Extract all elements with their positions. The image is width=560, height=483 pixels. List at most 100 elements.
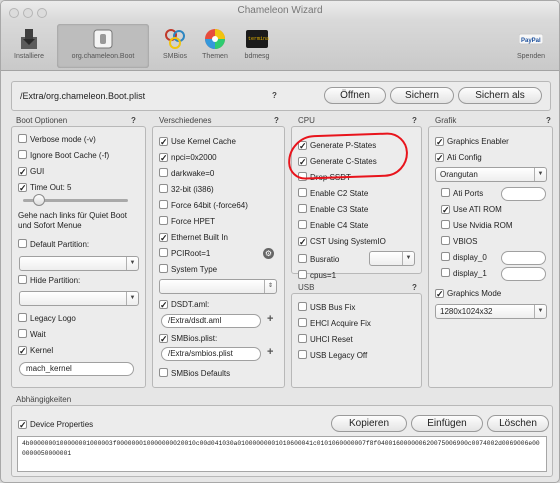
delete-button[interactable]: Löschen xyxy=(487,415,549,432)
toolbar-label-installer: Installiere xyxy=(14,53,44,60)
molecule-icon xyxy=(163,27,187,51)
display0-field[interactable] xyxy=(501,251,546,265)
ati-config-select[interactable]: Orangutan ▼ xyxy=(435,167,547,182)
toolbar-installer[interactable]: Installiere xyxy=(5,24,53,68)
toolbar-themes[interactable]: Themen xyxy=(191,24,239,68)
smbios-path-field[interactable]: /Extra/smbios.plist xyxy=(161,347,261,361)
system-type-checkbox[interactable]: System Type xyxy=(159,263,217,276)
display1-field[interactable] xyxy=(501,267,546,281)
pciroot-checkbox[interactable]: PCIRoot=1 xyxy=(159,247,210,260)
use-nvidia-rom-checkbox[interactable]: Use Nvidia ROM xyxy=(441,219,513,232)
checkbox-box xyxy=(298,318,307,327)
busratio-checkbox[interactable]: Busratio xyxy=(298,253,339,266)
cpu-help[interactable]: ? xyxy=(412,116,417,125)
dsdt-add-button[interactable]: + xyxy=(267,313,273,325)
legacy-logo-checkbox[interactable]: Legacy Logo xyxy=(18,312,76,325)
graphics-mode-select[interactable]: 1280x1024x32 ▼ xyxy=(435,304,547,319)
toolbar-boot-plist[interactable]: org.chameleon.Boot xyxy=(57,24,149,68)
smbios-defaults-checkbox[interactable]: SMBios Defaults xyxy=(159,367,230,380)
system-type-select[interactable]: ⇕ xyxy=(159,279,277,294)
save-as-button[interactable]: Sichern als xyxy=(458,87,542,104)
smbios-add-button[interactable]: + xyxy=(267,346,273,358)
device-properties-checkbox[interactable]: ✓ Device Properties xyxy=(18,418,93,431)
help-button[interactable]: ? xyxy=(272,91,277,100)
display1-checkbox[interactable]: display_1 xyxy=(441,267,487,280)
checkbox-box xyxy=(441,188,450,197)
save-button[interactable]: Sichern xyxy=(390,87,454,104)
wait-checkbox[interactable]: Wait xyxy=(18,328,46,341)
checkbox-box xyxy=(441,236,450,245)
chevron-down-icon: ▼ xyxy=(126,292,138,305)
darkwake-checkbox[interactable]: darkwake=0 xyxy=(159,167,214,180)
copy-button[interactable]: Kopieren xyxy=(331,415,407,432)
quiet-boot-note: Gehe nach links für Quiet Boot und Sofor… xyxy=(18,211,127,230)
ati-config-checkbox[interactable]: ✓ Ati Config xyxy=(435,151,482,164)
cpus-checkbox[interactable]: cpus=1 xyxy=(298,269,336,282)
dsdt-checkbox[interactable]: ✓ DSDT.aml: xyxy=(159,298,209,311)
paste-button[interactable]: Einfügen xyxy=(411,415,483,432)
misc-help[interactable]: ? xyxy=(274,116,279,125)
c4-state-checkbox[interactable]: Enable C4 State xyxy=(298,219,368,232)
checkmark-icon: ✓ xyxy=(159,153,168,163)
checkmark-icon: ✓ xyxy=(159,300,168,310)
boot-options-title: Boot Optionen xyxy=(16,116,68,125)
default-partition-checkbox[interactable]: Default Partition: xyxy=(18,238,89,251)
use-ati-rom-checkbox[interactable]: ✓ Use ATI ROM xyxy=(441,203,502,216)
toolbar-label-bdmesg: bdmesg xyxy=(244,53,270,60)
32bit-checkbox[interactable]: 32-bit (i386) xyxy=(159,183,214,196)
checkbox-box xyxy=(159,264,168,273)
c2-state-checkbox[interactable]: Enable C2 State xyxy=(298,187,368,200)
close-window-button[interactable] xyxy=(9,8,19,18)
c3-state-checkbox[interactable]: Enable C3 State xyxy=(298,203,368,216)
zoom-window-button[interactable] xyxy=(37,8,47,18)
usb-help[interactable]: ? xyxy=(412,283,417,292)
chevron-updown-icon: ⇕ xyxy=(264,280,276,293)
kernel-checkbox[interactable]: ✓ Kernel xyxy=(18,344,53,357)
boot-options-help[interactable]: ? xyxy=(131,116,136,125)
npci-checkbox[interactable]: ✓ npci=0x2000 xyxy=(159,151,217,164)
hide-partition-checkbox[interactable]: Hide Partition: xyxy=(18,274,80,287)
cpu-title: CPU xyxy=(298,116,315,125)
display0-checkbox[interactable]: display_0 xyxy=(441,251,487,264)
timeout-slider-knob[interactable] xyxy=(32,194,45,206)
kernel-cache-checkbox[interactable]: ✓ Use Kernel Cache xyxy=(159,135,236,148)
ati-ports-checkbox[interactable]: Ati Ports xyxy=(441,187,483,200)
window-title: Chameleon Wizard xyxy=(237,5,323,16)
hide-partition-select[interactable]: ▼ xyxy=(19,291,139,306)
uhci-reset-checkbox[interactable]: UHCI Reset xyxy=(298,333,353,346)
console-icon: terminal xyxy=(245,27,272,51)
usb-legacy-off-checkbox[interactable]: USB Legacy Off xyxy=(298,349,367,362)
kernel-field[interactable]: mach_kernel xyxy=(19,362,134,376)
timeout-checkbox[interactable]: ✓ Time Out: 5 xyxy=(18,181,72,194)
default-partition-select[interactable]: ▼ xyxy=(19,256,139,271)
ignore-cache-checkbox[interactable]: Ignore Boot Cache (-f) xyxy=(18,149,109,162)
graphics-mode-checkbox[interactable]: ✓ Graphics Mode xyxy=(435,287,501,300)
smbios-checkbox[interactable]: ✓ SMBios.plist: xyxy=(159,332,217,345)
device-properties-hex-field[interactable]: 4b0000000100000001000003f000000010000000… xyxy=(17,436,547,472)
checkbox-box xyxy=(18,239,27,248)
cst-systemio-checkbox[interactable]: ✓ CST Using SystemIO xyxy=(298,235,386,248)
checkbox-box xyxy=(298,334,307,343)
checkmark-icon: ✓ xyxy=(18,346,27,356)
vbios-checkbox[interactable]: VBIOS xyxy=(441,235,477,248)
toolbar-bdmesg[interactable]: terminal bdmesg xyxy=(233,24,281,68)
toolbar-label-themes: Themen xyxy=(202,53,228,60)
gear-icon[interactable]: ⚙ xyxy=(263,248,274,259)
force-hpet-checkbox[interactable]: Force HPET xyxy=(159,215,215,228)
graphics-enabler-checkbox[interactable]: ✓ Graphics Enabler xyxy=(435,135,509,148)
toolbar-donate[interactable]: PayPal Spenden xyxy=(507,24,555,68)
force64-checkbox[interactable]: Force 64bit (-force64) xyxy=(159,199,248,212)
minimize-window-button[interactable] xyxy=(23,8,33,18)
graphics-help[interactable]: ? xyxy=(546,116,551,125)
checkbox-box xyxy=(159,368,168,377)
gui-checkbox[interactable]: ✓ GUI xyxy=(18,165,44,178)
busratio-select[interactable]: ▼ xyxy=(369,251,415,266)
ethernet-builtin-checkbox[interactable]: ✓ Ethernet Built In xyxy=(159,231,228,244)
ehci-acquire-checkbox[interactable]: EHCI Acquire Fix xyxy=(298,317,371,330)
usb-bus-fix-checkbox[interactable]: USB Bus Fix xyxy=(298,301,355,314)
ati-ports-field[interactable] xyxy=(501,187,546,201)
checkmark-icon: ✓ xyxy=(435,289,444,299)
verbose-checkbox[interactable]: Verbose mode (-v) xyxy=(18,133,96,146)
dsdt-path-field[interactable]: /Extra/dsdt.aml xyxy=(161,314,261,328)
open-button[interactable]: Öffnen xyxy=(324,87,386,104)
